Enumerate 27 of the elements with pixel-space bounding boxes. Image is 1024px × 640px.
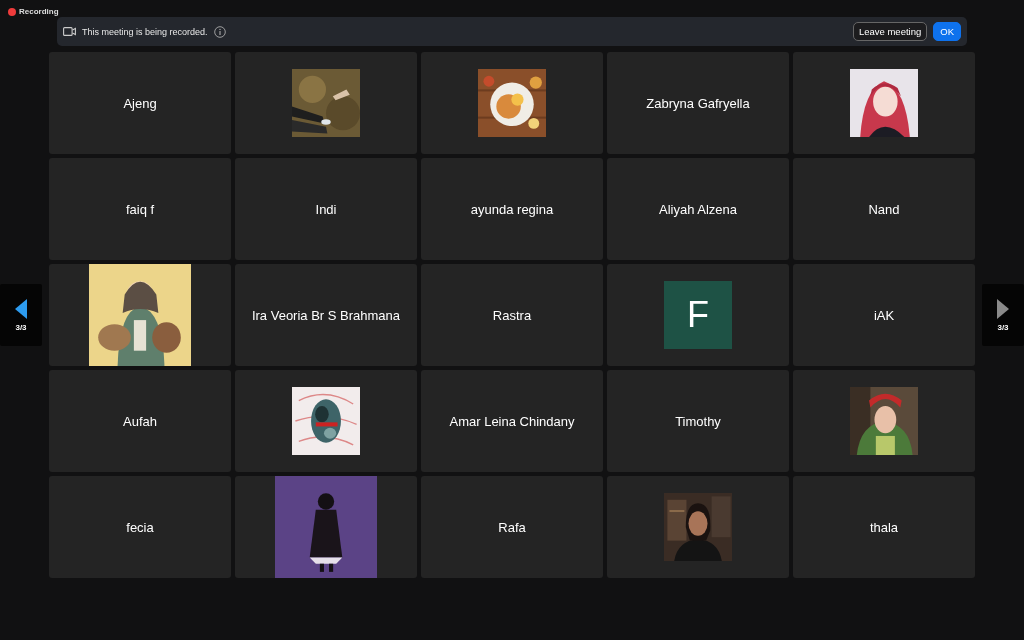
participant-name: ayunda regina	[470, 201, 554, 217]
participant-name: faiq f	[125, 201, 155, 217]
right-arrow-icon	[997, 298, 1009, 319]
participant-name: Indi	[315, 201, 337, 217]
participant-name: Ira Veoria Br S Brahmana	[251, 307, 401, 323]
participant-name: Aufah	[123, 413, 157, 429]
recording-dot-icon	[8, 7, 16, 16]
leave-meeting-button[interactable]: Leave meeting	[852, 22, 928, 41]
recording-label: Recording	[19, 7, 59, 16]
initial-avatar: F	[664, 281, 732, 349]
participant-name: thala	[869, 519, 899, 535]
left-arrow-icon	[15, 298, 27, 319]
page-previous-button[interactable]: 3/3	[0, 284, 42, 346]
participant-name: Timothy	[675, 413, 721, 429]
participant-name: Nand	[868, 201, 900, 217]
ok-button[interactable]: OK	[933, 22, 961, 41]
info-icon[interactable]	[213, 25, 226, 38]
participant-name: Amar Leina Chindany	[449, 413, 575, 429]
participant-name: Rastra	[492, 307, 532, 323]
participant-name: Zabryna Gafryella	[646, 95, 750, 111]
participant-name: Aliyah Alzena	[658, 201, 738, 217]
participant-name: Ajeng	[123, 95, 157, 111]
banner-message: This meeting is being recorded.	[82, 26, 208, 37]
participant-name: iAK	[873, 307, 895, 323]
participant-name: fecia	[126, 519, 154, 535]
participant-name: Rafa	[498, 519, 526, 535]
camera-icon	[63, 27, 76, 36]
